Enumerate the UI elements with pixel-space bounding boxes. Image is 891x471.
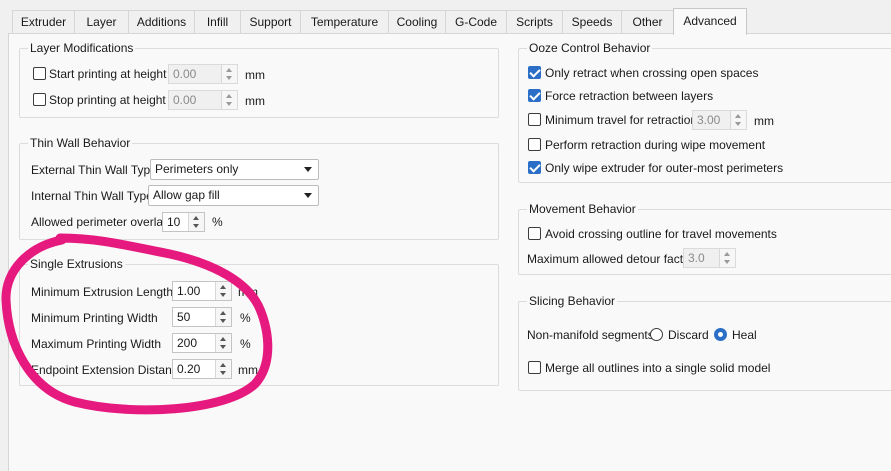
spin-arrows[interactable] <box>221 65 237 83</box>
internal-thin-wall-select[interactable]: Allow gap fill <box>148 185 319 206</box>
merge-outlines-checkbox[interactable] <box>528 361 541 374</box>
stop-printing-label: Stop printing at height <box>49 93 166 107</box>
tab-cooling[interactable]: Cooling <box>388 10 446 33</box>
min-travel-checkbox[interactable] <box>528 113 541 126</box>
unit-label: mm <box>754 114 774 128</box>
tab-scripts[interactable]: Scripts <box>506 10 563 33</box>
stop-height-spinbox[interactable]: 0.00 <box>168 90 238 110</box>
tab-advanced[interactable]: Advanced <box>673 8 747 35</box>
tab-speeds[interactable]: Speeds <box>562 10 622 33</box>
perimeter-overlap-label: Allowed perimeter overlap <box>31 215 170 229</box>
force-retraction-checkbox[interactable] <box>528 89 541 102</box>
unit-label: mm <box>238 285 258 299</box>
endpoint-extension-label: Endpoint Extension Distance <box>31 363 185 377</box>
only-retract-checkbox[interactable] <box>528 66 541 79</box>
avoid-crossing-label: Avoid crossing outline for travel moveme… <box>545 227 777 241</box>
chevron-down-icon <box>304 167 312 172</box>
percent-label: % <box>212 215 223 229</box>
max-printing-width-spinbox[interactable]: 200 <box>172 333 232 353</box>
stop-printing-checkbox[interactable] <box>33 93 46 106</box>
unit-label: mm <box>245 68 265 82</box>
avoid-crossing-checkbox[interactable] <box>528 227 541 240</box>
start-printing-checkbox[interactable] <box>33 67 46 80</box>
heal-label: Heal <box>732 328 757 342</box>
start-printing-label: Start printing at height <box>49 67 167 81</box>
spin-arrows[interactable] <box>730 111 746 129</box>
merge-outlines-label: Merge all outlines into a single solid m… <box>545 361 771 375</box>
min-printing-width-label: Minimum Printing Width <box>31 311 158 325</box>
only-wipe-checkbox[interactable] <box>528 161 541 174</box>
tab-bar: Extruder Layer Additions Infill Support … <box>0 0 891 35</box>
tab-gcode[interactable]: G-Code <box>445 10 507 33</box>
min-extrusion-length-label: Minimum Extrusion Length <box>31 285 174 299</box>
max-printing-width-label: Maximum Printing Width <box>31 337 162 351</box>
detour-factor-spinbox[interactable]: 3.0 <box>683 248 736 268</box>
spin-arrows[interactable] <box>719 249 735 267</box>
only-retract-label: Only retract when crossing open spaces <box>545 66 759 80</box>
spin-arrows[interactable] <box>215 282 231 300</box>
spin-arrows[interactable] <box>188 213 204 231</box>
min-travel-spinbox[interactable]: 3.00 <box>692 110 747 130</box>
wipe-retraction-label: Perform retraction during wipe movement <box>545 138 766 152</box>
start-height-spinbox[interactable]: 0.00 <box>168 64 238 84</box>
spin-arrows[interactable] <box>221 91 237 109</box>
slicing-behavior-group: Slicing Behavior <box>518 294 891 391</box>
tab-other[interactable]: Other <box>621 10 674 33</box>
tab-extruder[interactable]: Extruder <box>12 10 75 33</box>
heal-radio[interactable] <box>714 328 727 341</box>
group-title: Movement Behavior <box>527 202 638 216</box>
spin-arrows[interactable] <box>215 360 231 378</box>
percent-label: % <box>240 337 251 351</box>
group-title: Slicing Behavior <box>527 294 618 308</box>
group-title: Thin Wall Behavior <box>28 136 133 150</box>
unit-label: mm <box>238 363 258 377</box>
force-retraction-label: Force retraction between layers <box>545 89 714 103</box>
min-extrusion-length-spinbox[interactable]: 1.00 <box>172 281 232 301</box>
percent-label: % <box>240 311 251 325</box>
tab-temperature[interactable]: Temperature <box>300 10 389 33</box>
discard-radio[interactable] <box>650 328 663 341</box>
wipe-retraction-checkbox[interactable] <box>528 138 541 151</box>
tab-support[interactable]: Support <box>240 10 301 33</box>
discard-label: Discard <box>668 328 709 342</box>
tab-layer[interactable]: Layer <box>74 10 129 33</box>
external-thin-wall-label: External Thin Wall Type <box>31 163 157 177</box>
perimeter-overlap-spinbox[interactable]: 10 <box>162 212 205 232</box>
tab-infill[interactable]: Infill <box>194 10 241 33</box>
unit-label: mm <box>245 94 265 108</box>
group-title: Ooze Control Behavior <box>527 41 653 55</box>
endpoint-extension-spinbox[interactable]: 0.20 <box>172 359 232 379</box>
spin-arrows[interactable] <box>215 308 231 326</box>
min-printing-width-spinbox[interactable]: 50 <box>172 307 232 327</box>
detour-factor-label: Maximum allowed detour factor <box>527 252 694 266</box>
chevron-down-icon <box>304 193 312 198</box>
spin-arrows[interactable] <box>215 334 231 352</box>
non-manifold-label: Non-manifold segments: <box>527 328 658 342</box>
only-wipe-label: Only wipe extruder for outer-most perime… <box>545 161 784 175</box>
internal-thin-wall-label: Internal Thin Wall Type <box>31 189 153 203</box>
tab-additions[interactable]: Additions <box>128 10 195 33</box>
group-title: Layer Modifications <box>28 41 136 55</box>
external-thin-wall-select[interactable]: Perimeters only <box>150 159 319 180</box>
group-title: Single Extrusions <box>28 257 125 271</box>
min-travel-label: Minimum travel for retraction <box>545 113 698 127</box>
